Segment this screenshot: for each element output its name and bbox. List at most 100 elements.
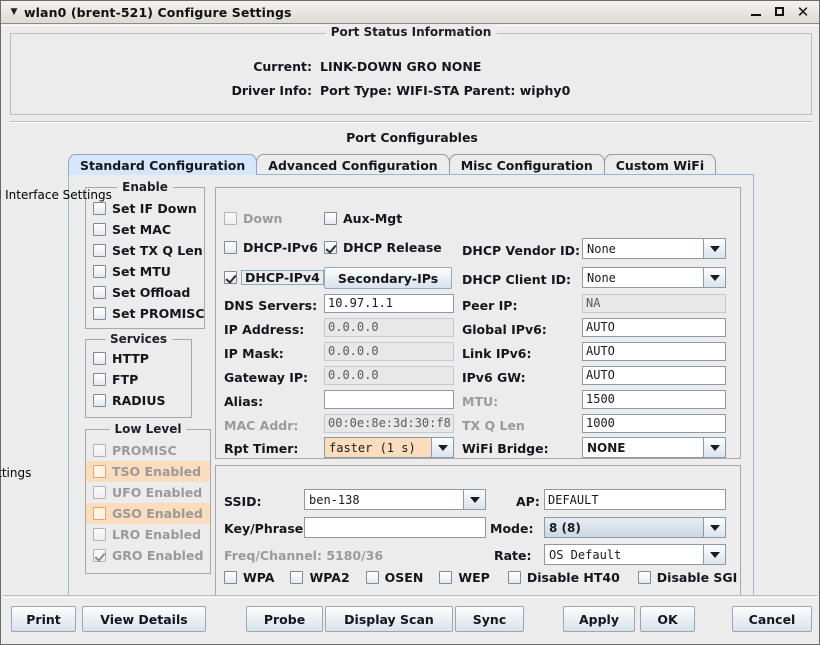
- checkbox-set-tx-q-len[interactable]: Set TX Q Len: [86, 240, 204, 261]
- mac-addr-input[interactable]: 00:0e:8e:3d:30:f8: [324, 414, 454, 433]
- checkbox-set-mac[interactable]: Set MAC: [86, 219, 204, 240]
- ssid-combo[interactable]: ben-138: [304, 489, 486, 510]
- checkbox-wpa[interactable]: WPA: [224, 571, 274, 584]
- tab-custom-wifi[interactable]: Custom WiFi: [603, 154, 717, 175]
- checkbox-radius[interactable]: RADIUS: [86, 390, 191, 411]
- wifi-bridge-combo[interactable]: NONE: [582, 437, 726, 458]
- checkbox-ufo-enabled[interactable]: UFO Enabled: [86, 482, 210, 503]
- checkbox-icon: [224, 241, 237, 254]
- window-menu-icon[interactable]: ▼: [7, 5, 21, 19]
- checkbox-aux-mgt[interactable]: Aux-Mgt: [324, 212, 402, 225]
- checkbox-wep[interactable]: WEP: [439, 571, 490, 584]
- checkbox-dhcp-ipv4[interactable]: DHCP-IPv4: [224, 270, 324, 285]
- ap-input[interactable]: DEFAULT: [544, 489, 726, 510]
- display-scan-button-label: Display Scan: [344, 611, 434, 627]
- checkbox-label: Set TX Q Len: [112, 243, 203, 258]
- ip-mask-input[interactable]: 0.0.0.0: [324, 342, 454, 361]
- checkbox-disable-ht40[interactable]: Disable HT40: [507, 571, 620, 584]
- ssid-value[interactable]: ben-138: [304, 489, 464, 510]
- tab-misc-configuration[interactable]: Misc Configuration: [448, 154, 605, 175]
- checkbox-label: Set MTU: [112, 264, 171, 279]
- checkbox-disable-sgi[interactable]: Disable SGI: [637, 571, 737, 584]
- checkbox-down: Down: [224, 212, 282, 225]
- probe-button[interactable]: Probe: [246, 606, 323, 632]
- chevron-down-icon[interactable]: [704, 267, 726, 288]
- checkbox-osen[interactable]: OSEN: [365, 571, 423, 584]
- chevron-down-icon[interactable]: [704, 517, 726, 538]
- sync-button[interactable]: Sync: [455, 606, 524, 632]
- standard-configuration-panel-inner: Enable Set IF Down Set MAC Set TX Q Len …: [0, 177, 751, 613]
- alias-input[interactable]: [324, 390, 454, 409]
- close-icon[interactable]: ✕: [796, 5, 810, 20]
- button-bar-highlight: [3, 597, 817, 598]
- cancel-button-wrap: Cancel: [732, 606, 812, 632]
- checkbox-set-promisc[interactable]: Set PROMISC: [86, 303, 205, 324]
- tab-advanced-configuration[interactable]: Advanced Configuration: [256, 154, 450, 175]
- rate-combo[interactable]: OS Default: [544, 544, 726, 565]
- peer-ip-input: NA: [582, 294, 726, 313]
- global-ipv6-input[interactable]: AUTO: [582, 318, 726, 337]
- minimize-icon[interactable]: [750, 5, 764, 19]
- checkbox-icon: [324, 241, 337, 254]
- checkbox-icon: [93, 373, 106, 386]
- port-status-rows: Current: LINK-DOWN GRO NONE Driver Info:…: [11, 54, 811, 102]
- maximize-icon[interactable]: [773, 5, 787, 19]
- tab-standard-configuration[interactable]: Standard Configuration: [68, 154, 258, 175]
- checkbox-set-offload[interactable]: Set Offload: [86, 282, 204, 303]
- view-details-button[interactable]: View Details: [82, 606, 206, 632]
- checkbox-dhcp-ipv6[interactable]: DHCP-IPv6: [224, 241, 318, 254]
- checkbox-label: FTP: [112, 372, 139, 387]
- checkbox-ftp[interactable]: FTP: [86, 369, 191, 390]
- rpt-timer-value[interactable]: faster (1 s): [324, 437, 432, 458]
- mtu-input[interactable]: 1500: [582, 390, 726, 409]
- checkbox-lro-enabled[interactable]: LRO Enabled: [86, 524, 210, 545]
- ip-address-input[interactable]: 0.0.0.0: [324, 318, 454, 337]
- checkbox-http[interactable]: HTTP: [86, 348, 191, 369]
- dhcp-vendor-id-combo[interactable]: None: [582, 238, 726, 259]
- chevron-down-icon[interactable]: [704, 238, 726, 259]
- display-scan-button[interactable]: Display Scan: [325, 606, 453, 632]
- wifi-security-checkbox-row: WPA WPA2 OSEN WEP Disable HT40 Disable S…: [224, 571, 737, 584]
- wifi-bridge-value[interactable]: NONE: [582, 437, 704, 458]
- checkbox-gso-enabled[interactable]: GSO Enabled: [86, 503, 210, 524]
- gateway-ip-input[interactable]: 0.0.0.0: [324, 366, 454, 385]
- print-button[interactable]: Print: [11, 606, 76, 632]
- chevron-down-icon[interactable]: [704, 437, 726, 458]
- ipv6-gw-label: IPv6 GW:: [462, 370, 526, 385]
- port-status-group-title: Port Status Information: [325, 25, 497, 39]
- dhcp-vendor-id-value[interactable]: None: [582, 238, 704, 259]
- checkbox-label: WPA: [243, 570, 275, 585]
- checkbox-dhcp-release[interactable]: DHCP Release: [324, 241, 442, 254]
- checkbox-wpa2[interactable]: WPA2: [290, 571, 350, 584]
- ssid-label: SSID:: [224, 494, 262, 509]
- dhcp-client-id-value[interactable]: None: [582, 267, 704, 288]
- chevron-down-icon[interactable]: [464, 489, 486, 510]
- ok-button[interactable]: OK: [640, 606, 695, 632]
- rpt-timer-combo[interactable]: faster (1 s): [324, 437, 454, 458]
- checkbox-icon: [637, 571, 651, 584]
- checkbox-label: Set Offload: [112, 285, 191, 300]
- mtu-label: MTU:: [462, 394, 499, 409]
- apply-button[interactable]: Apply: [563, 606, 635, 632]
- cancel-button[interactable]: Cancel: [732, 606, 812, 632]
- secondary-ips-button[interactable]: Secondary-IPs: [324, 267, 452, 289]
- global-ipv6-label: Global IPv6:: [462, 322, 547, 337]
- chevron-down-icon[interactable]: [704, 544, 726, 565]
- tx-q-len-input[interactable]: 1000: [582, 414, 726, 433]
- ipv6-gw-input[interactable]: AUTO: [582, 366, 726, 385]
- checkbox-label: DHCP-IPv4: [241, 270, 324, 285]
- key-phrase-input[interactable]: [304, 517, 486, 538]
- tab-advanced-configuration-label: Advanced Configuration: [268, 157, 438, 173]
- dhcp-client-id-combo[interactable]: None: [582, 267, 726, 288]
- checkbox-gro-enabled[interactable]: GRO Enabled: [86, 545, 210, 566]
- checkbox-promisc[interactable]: PROMISC: [86, 440, 210, 461]
- key-phrase-label: Key/Phrase:: [224, 521, 309, 536]
- rate-value[interactable]: OS Default: [544, 544, 704, 565]
- dns-servers-input[interactable]: 10.97.1.1: [324, 294, 454, 313]
- checkbox-label: Set IF Down: [112, 201, 197, 216]
- chevron-down-icon[interactable]: [432, 437, 454, 458]
- mode-combo[interactable]: 8 (8): [544, 517, 726, 538]
- link-ipv6-input[interactable]: AUTO: [582, 342, 726, 361]
- checkbox-set-mtu[interactable]: Set MTU: [86, 261, 204, 282]
- mode-value[interactable]: 8 (8): [544, 517, 704, 538]
